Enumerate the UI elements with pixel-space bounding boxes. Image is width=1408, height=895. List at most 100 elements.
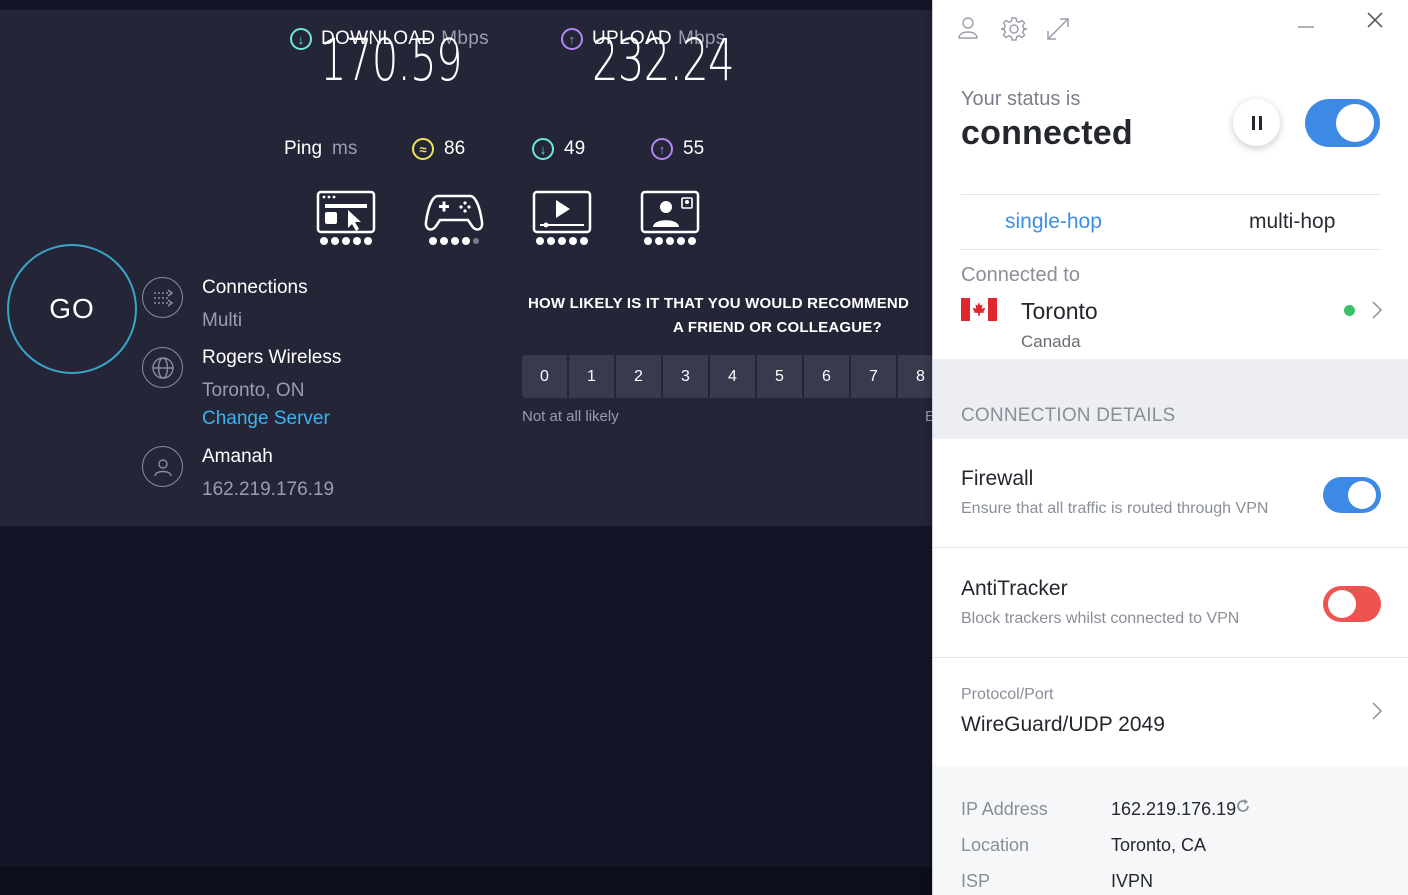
close-icon[interactable]: [1365, 10, 1385, 30]
gaming-rating: [424, 190, 484, 252]
ping-idle: ≈ 86: [412, 138, 465, 160]
globe-icon: [142, 347, 183, 388]
connection-details-header: CONNECTION DETAILS: [933, 359, 1408, 439]
rating-option-6[interactable]: 6: [804, 355, 849, 398]
rating-option-8[interactable]: 8: [898, 355, 932, 398]
host-title: Rogers Wireless: [202, 347, 342, 368]
ip-address-value: 162.219.176.19: [1111, 799, 1237, 819]
divider: [961, 249, 1381, 250]
firewall-title: Firewall: [961, 467, 1034, 490]
status-value: connected: [961, 114, 1133, 152]
protocol-value[interactable]: WireGuard/UDP 2049: [961, 713, 1165, 737]
video-streaming-dots: [532, 237, 592, 245]
upload-value: 232.24: [592, 26, 735, 94]
location-value: Toronto, CA: [1111, 835, 1207, 855]
survey-low-label: Not at all likely: [522, 408, 619, 425]
ping-idle-icon: ≈: [412, 138, 434, 160]
connections-icon: [142, 277, 183, 318]
connection-details-title: CONNECTION DETAILS: [961, 405, 1176, 426]
connection-toggle[interactable]: [1305, 99, 1380, 147]
server-country: Canada: [1021, 332, 1081, 351]
antitracker-toggle[interactable]: [1323, 586, 1381, 622]
video-streaming-icon: [532, 190, 592, 234]
pause-button[interactable]: [1233, 99, 1280, 146]
ping-label: Ping: [284, 138, 323, 159]
server-city: Toronto: [1021, 298, 1098, 324]
protocol-label: Protocol/Port: [961, 686, 1054, 703]
video-chat-rating: [640, 190, 700, 252]
upload-arrow-icon: ↑: [561, 28, 583, 50]
go-button[interactable]: GO: [7, 244, 137, 374]
ping-download-value: 49: [564, 138, 586, 159]
download-arrow-icon: ↓: [290, 28, 312, 50]
location-label: Location: [961, 835, 1030, 855]
tab-single-hop[interactable]: single-hop: [1005, 210, 1102, 234]
gaming-icon: [424, 194, 484, 231]
refresh-icon[interactable]: [1235, 798, 1251, 814]
account-icon[interactable]: [957, 16, 979, 40]
antitracker-description: Block trackers whilst connected to VPN: [961, 610, 1240, 627]
divider: [933, 547, 1408, 548]
ping-upload-icon: ↑: [651, 138, 673, 160]
user-icon: [142, 446, 183, 487]
firewall-toggle-knob: [1348, 481, 1376, 509]
web-browsing-dots: [316, 237, 376, 245]
firewall-toggle[interactable]: [1323, 477, 1381, 513]
ping-row: Ping ms ≈ 86 ↓ 49 ↑ 55: [284, 138, 704, 160]
antitracker-toggle-knob: [1328, 590, 1356, 618]
web-browsing-icon: [316, 190, 376, 234]
user-ip: 162.219.176.19: [202, 479, 335, 500]
ping-idle-value: 86: [444, 138, 466, 159]
status-label: Your status is: [961, 88, 1081, 110]
connections-value: Multi: [202, 310, 243, 331]
host-location: Toronto, ON: [202, 380, 305, 401]
rating-option-1[interactable]: 1: [569, 355, 614, 398]
download-value: 170.59: [320, 26, 463, 94]
divider: [961, 194, 1381, 195]
pause-icon: [1251, 115, 1262, 130]
server-status-dot: [1344, 305, 1355, 316]
chevron-right-icon: [1372, 301, 1383, 319]
isp-value: IVPN: [1111, 871, 1154, 891]
connection-toggle-knob: [1336, 104, 1374, 142]
rating-option-5[interactable]: 5: [757, 355, 802, 398]
expand-icon[interactable]: [1045, 16, 1071, 42]
chevron-right-icon[interactable]: [1371, 701, 1383, 721]
video-chat-icon: [640, 190, 700, 234]
video-chat-dots: [640, 237, 700, 245]
tab-multi-hop[interactable]: multi-hop: [1249, 210, 1335, 234]
ping-download-icon: ↓: [532, 138, 554, 160]
gaming-dots: [424, 237, 484, 245]
speedtest-panel: [0, 10, 940, 526]
ping-unit: ms: [332, 138, 358, 159]
divider: [933, 657, 1408, 658]
change-server-link[interactable]: Change Server: [202, 408, 330, 430]
survey-question: HOW LIKELY IS IT THAT YOU WOULD RECOMMEN…: [520, 292, 940, 340]
server-selector[interactable]: Toronto Canada: [933, 290, 1408, 358]
rating-option-0[interactable]: 0: [522, 355, 567, 398]
rating-option-4[interactable]: 4: [710, 355, 755, 398]
vpn-panel: Your status is connected single-hop mult…: [932, 0, 1408, 895]
ping-upload: ↑ 55: [651, 138, 704, 160]
antitracker-title: AntiTracker: [961, 577, 1068, 600]
web-browsing-rating: [316, 190, 376, 252]
isp-label: ISP: [961, 871, 991, 891]
connected-to-label: Connected to: [961, 264, 1080, 286]
user-title: Amanah: [202, 446, 273, 467]
connection-info: [933, 766, 1408, 895]
rating-option-7[interactable]: 7: [851, 355, 896, 398]
ping-upload-value: 55: [683, 138, 705, 159]
minimize-icon[interactable]: [1296, 14, 1316, 34]
rating-option-2[interactable]: 2: [616, 355, 661, 398]
ip-address-label: IP Address: [961, 799, 1048, 819]
survey-rating-row: 012345678: [522, 355, 932, 398]
canada-flag-icon: [961, 298, 997, 321]
firewall-description: Ensure that all traffic is routed throug…: [961, 500, 1269, 517]
connections-title: Connections: [202, 277, 308, 298]
survey-question-line1: HOW LIKELY IS IT THAT YOU WOULD RECOMMEN…: [528, 295, 909, 312]
ping-download: ↓ 49: [532, 138, 585, 160]
rating-option-3[interactable]: 3: [663, 355, 708, 398]
video-streaming-rating: [532, 190, 592, 252]
survey-question-line2: A FRIEND OR COLLEAGUE?: [673, 319, 882, 336]
settings-gear-icon[interactable]: [1001, 16, 1027, 42]
